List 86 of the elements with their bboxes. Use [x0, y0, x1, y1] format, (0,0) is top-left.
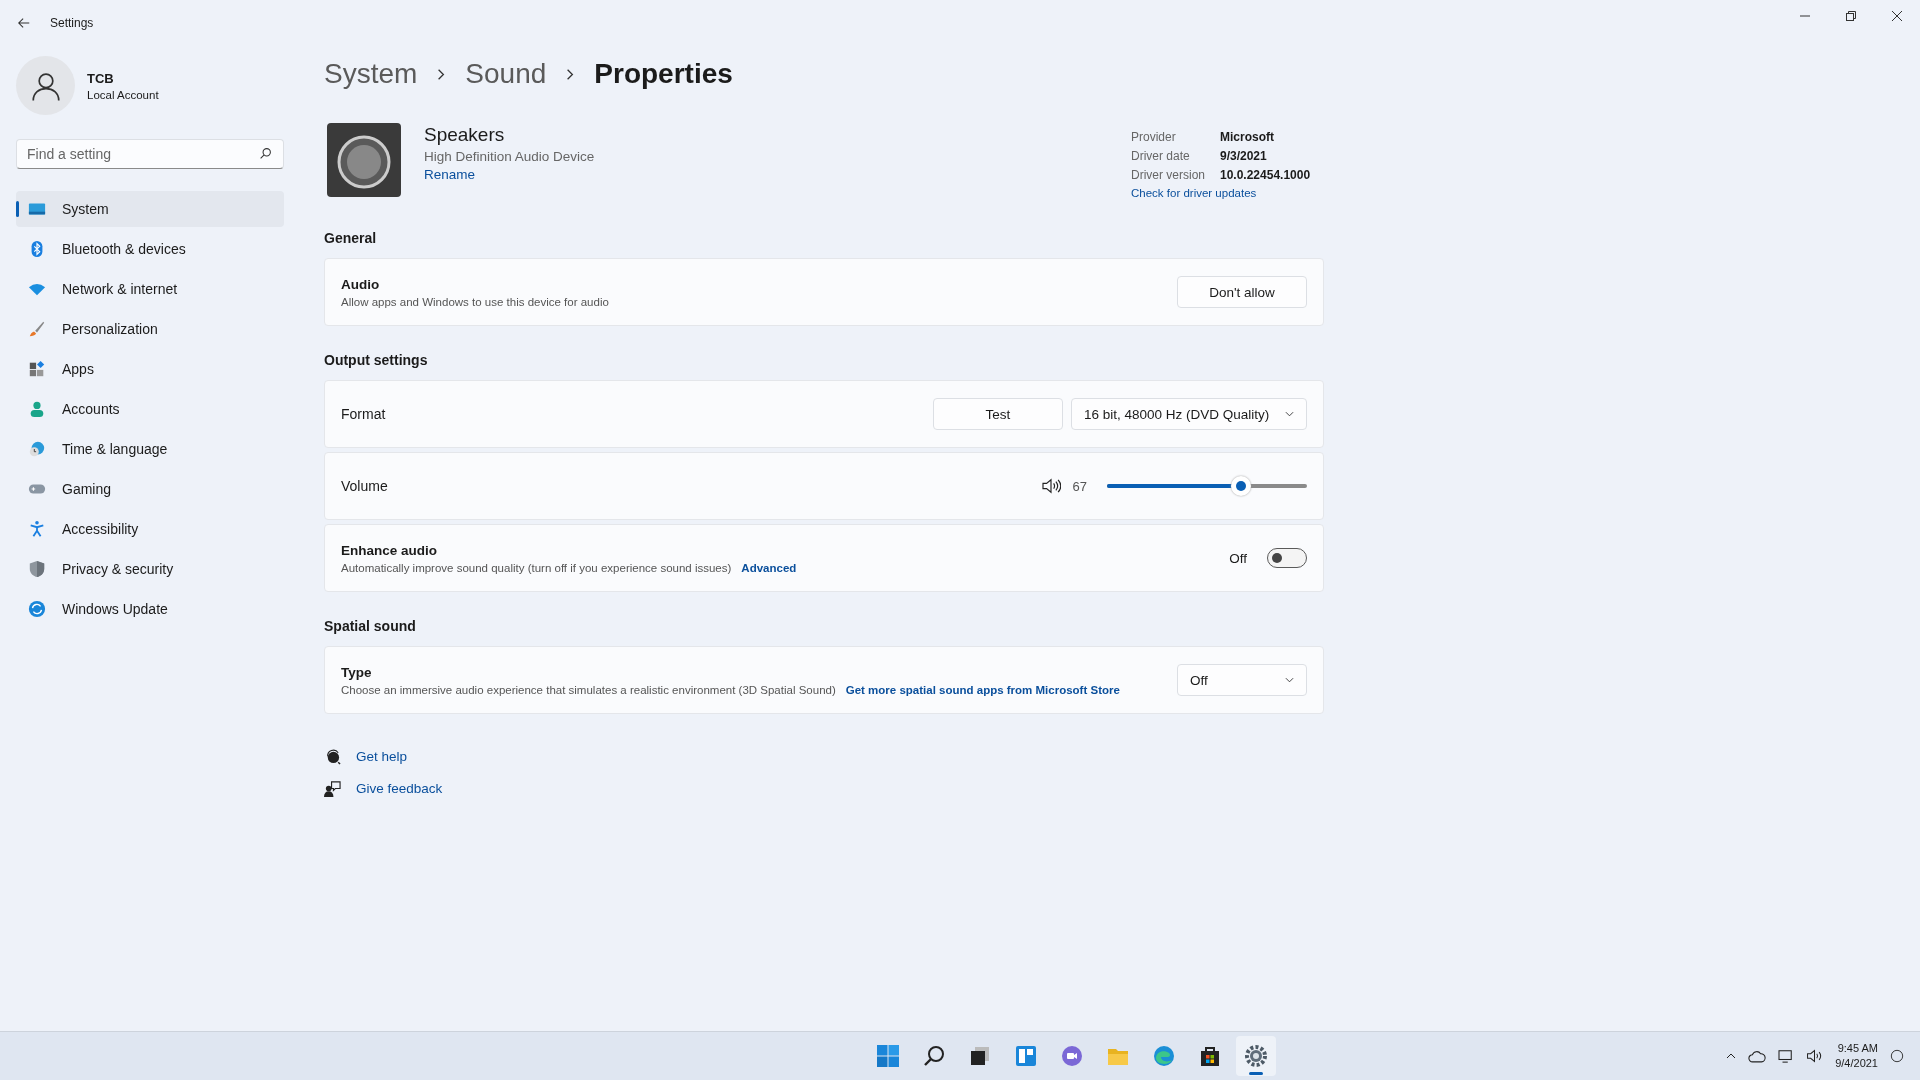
sidebar-item[interactable]: Personalization — [16, 311, 284, 347]
type-dropdown[interactable]: Off — [1177, 664, 1307, 696]
chevron-up-icon[interactable] — [1726, 1053, 1737, 1059]
chevron-down-icon — [1285, 411, 1294, 417]
sidebar-item[interactable]: Bluetooth & devices — [16, 231, 284, 267]
sidebar-item[interactable]: Time & language — [16, 431, 284, 467]
dont-allow-button[interactable]: Don't allow — [1177, 276, 1307, 308]
format-dropdown[interactable]: 16 bit, 48000 Hz (DVD Quality) — [1071, 398, 1307, 430]
chevron-icon — [437, 67, 446, 81]
device-description: High Definition Audio Device — [424, 149, 595, 164]
test-button[interactable]: Test — [933, 398, 1063, 430]
setting-description: Automatically improve sound quality (turn off if you experience sound issues) — [341, 561, 732, 574]
sidebar-item[interactable]: System — [16, 191, 284, 227]
setting-title: Type — [341, 664, 373, 680]
device-name: Speakers — [424, 124, 506, 146]
accounts-icon — [28, 400, 46, 418]
toggle-switch[interactable] — [1267, 548, 1307, 568]
chevron-down-icon — [1285, 677, 1294, 683]
sidebar-item[interactable]: Apps — [16, 351, 284, 387]
restore-icon[interactable] — [1846, 11, 1856, 21]
update-icon — [28, 600, 46, 618]
brush-icon — [28, 320, 46, 338]
time-icon — [28, 440, 46, 458]
settings-icon — [1244, 1044, 1268, 1068]
feedback-icon — [324, 780, 341, 797]
help-link[interactable]: Get help — [356, 749, 408, 764]
sidebar-item[interactable]: Gaming — [16, 471, 284, 507]
speaker-icon — [324, 120, 404, 200]
driver-value: 9/3/2021 — [1220, 149, 1267, 163]
taskview-icon — [968, 1044, 992, 1068]
breadcrumb-item[interactable]: Sound — [465, 58, 547, 90]
setting-title: Format — [341, 406, 387, 422]
sidebar-item[interactable]: Privacy & security — [16, 551, 284, 587]
rename-link[interactable]: Rename — [424, 167, 595, 182]
help-link[interactable]: Give feedback — [356, 781, 443, 796]
accessibility-icon — [28, 520, 46, 538]
setting-description: Choose an immersive audio experience that simulates a realistic environment (3D Spatial Sound) — [341, 683, 836, 696]
chat-icon — [1060, 1044, 1084, 1068]
toggle-state: Off — [1229, 550, 1247, 566]
search-icon[interactable] — [259, 147, 272, 160]
clock-date[interactable]: 9/4/2021 — [1835, 1056, 1878, 1071]
search-field[interactable]: Find a setting — [16, 139, 284, 169]
sidebar-item[interactable]: Accessibility — [16, 511, 284, 547]
apps-icon — [28, 360, 46, 378]
clock-time[interactable]: 9:45 AM — [1837, 1041, 1878, 1056]
window-title: Settings — [50, 16, 94, 30]
taskbar-app[interactable] — [1236, 1036, 1276, 1076]
driver-update-link[interactable]: Check for driver updates — [1131, 187, 1316, 199]
sidebar-item[interactable]: Network & internet — [16, 271, 284, 307]
close-icon[interactable] — [1892, 11, 1902, 21]
setting-title: Volume — [341, 478, 389, 494]
network-icon[interactable] — [1778, 1049, 1795, 1063]
driver-value: Microsoft — [1220, 130, 1274, 144]
section-title: Spatial sound — [324, 618, 417, 634]
volume-reading: 67 — [1072, 478, 1087, 494]
driver-label: Provider — [1131, 130, 1177, 144]
section-title: Output settings — [324, 352, 429, 368]
sidebar-item[interactable]: Accounts — [16, 391, 284, 427]
widgets-icon — [1014, 1044, 1038, 1068]
driver-value: 10.0.22454.1000 — [1220, 168, 1311, 182]
section-title: General — [324, 230, 378, 246]
shield-icon — [28, 560, 46, 578]
driver-label: Driver version — [1131, 168, 1206, 182]
setting-link[interactable]: Get more spatial sound apps from Microsoft Store — [845, 683, 1120, 696]
setting-link[interactable]: Advanced — [741, 561, 797, 574]
setting-description: Allow apps and Windows to use this device for audio — [341, 295, 609, 308]
account-name: TCB — [87, 70, 115, 86]
chevron-icon — [566, 67, 575, 81]
edge-icon — [1152, 1044, 1176, 1068]
store-icon — [1198, 1044, 1222, 1068]
setting-title: Audio — [341, 276, 381, 292]
cloud-icon[interactable] — [1748, 1049, 1767, 1063]
back-icon[interactable] — [17, 16, 31, 30]
search-icon — [922, 1044, 946, 1068]
start-icon — [876, 1044, 900, 1068]
sidebar-item[interactable]: Windows Update — [16, 591, 284, 627]
breadcrumb-item: Properties — [594, 58, 733, 90]
breadcrumb-item[interactable]: System — [324, 58, 418, 90]
notification-icon[interactable] — [1890, 1049, 1904, 1063]
volume-slider[interactable] — [1107, 476, 1307, 496]
volume-icon[interactable] — [1806, 1049, 1824, 1063]
help-icon — [324, 748, 341, 765]
driver-label: Driver date — [1131, 149, 1191, 163]
setting-title: Enhance audio — [341, 542, 439, 558]
account-type: Local Account — [87, 88, 159, 101]
volume-icon[interactable] — [1040, 478, 1061, 494]
